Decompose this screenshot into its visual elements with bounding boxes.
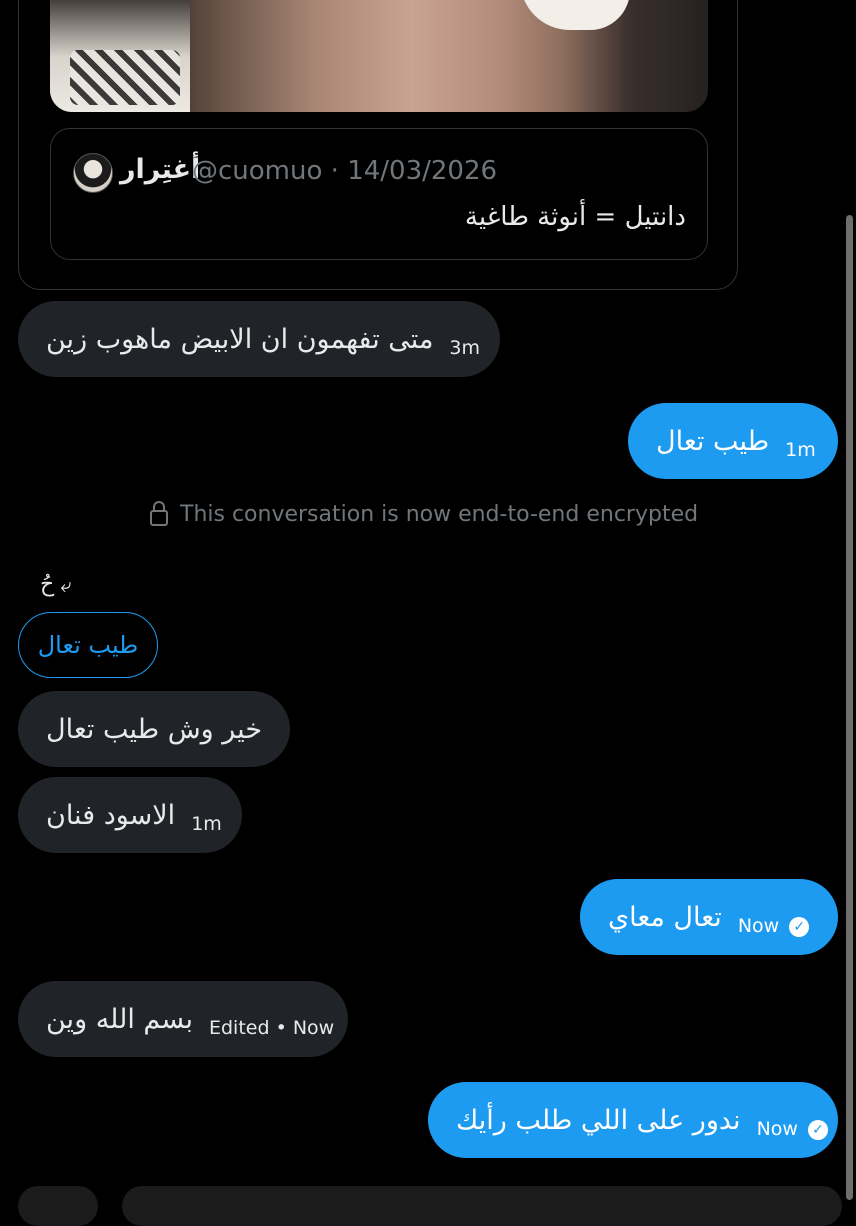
image-pattern bbox=[70, 50, 180, 105]
message-bubble[interactable]: ندور على اللي طلب رأيك Now ✓ bbox=[428, 1082, 838, 1158]
message-bubble[interactable]: الاسود فنان 1m bbox=[18, 777, 242, 853]
embedded-quote[interactable] bbox=[50, 128, 708, 260]
quoted-post-text: دانتيل = أنوثة طاغية bbox=[464, 202, 686, 232]
message-time: 1m bbox=[785, 439, 816, 461]
message-time: Edited • Now bbox=[208, 1017, 335, 1039]
message-text: طيب تعال bbox=[656, 425, 770, 457]
message-time: 3m bbox=[449, 337, 481, 359]
encryption-notice: This conversation is now end-to-end encr… bbox=[150, 500, 699, 527]
message-time-text: Now bbox=[737, 915, 780, 937]
message-text: ندور على اللي طلب رأيك bbox=[456, 1104, 741, 1136]
reply-label: حُ bbox=[40, 572, 55, 597]
composer-input[interactable] bbox=[122, 1186, 842, 1226]
author-name[interactable]: أغتِرار bbox=[120, 154, 200, 185]
check-circle-icon: ✓ bbox=[789, 916, 810, 937]
message-bubble[interactable]: طيب تعال 1m bbox=[628, 403, 838, 479]
message-text: متى تفهمون ان الابيض ماهوب زين bbox=[46, 323, 434, 355]
message-bubble[interactable]: بسم الله وين Edited • Now bbox=[18, 981, 348, 1057]
post-date: 14/03/2026 bbox=[347, 156, 498, 186]
message-time: Now ✓ bbox=[737, 915, 810, 937]
message-text: تعال معاي bbox=[608, 901, 722, 933]
meta-separator: · bbox=[330, 156, 339, 186]
reply-arrow-icon: ⤶ bbox=[60, 572, 72, 597]
check-circle-icon: ✓ bbox=[807, 1119, 828, 1140]
message-time: 1m bbox=[191, 813, 222, 835]
author-handle: @cuomuo bbox=[192, 156, 323, 186]
reply-context-header: حُ ⤶ bbox=[40, 572, 71, 597]
message-time-text: Now bbox=[756, 1118, 798, 1140]
message-bubble[interactable]: خير وش طيب تعال bbox=[18, 691, 290, 767]
message-text: خير وش طيب تعال bbox=[46, 713, 263, 745]
image-lace bbox=[520, 0, 630, 30]
lock-icon bbox=[150, 500, 168, 526]
author-avatar[interactable] bbox=[73, 153, 113, 193]
message-bubble[interactable]: متى تفهمون ان الابيض ماهوب زين 3m bbox=[18, 301, 500, 377]
replied-message[interactable]: طيب تعال bbox=[18, 612, 158, 678]
encryption-text: This conversation is now end-to-end encr… bbox=[180, 502, 699, 527]
message-bubble[interactable]: تعال معاي Now ✓ bbox=[580, 879, 838, 955]
author-handle-date: @cuomuo · 14/03/2026 bbox=[192, 156, 497, 186]
composer-media-button[interactable] bbox=[18, 1186, 98, 1226]
post-image[interactable] bbox=[50, 0, 708, 112]
message-text: الاسود فنان bbox=[46, 799, 176, 831]
message-text: بسم الله وين bbox=[46, 1003, 193, 1035]
message-time: Now ✓ bbox=[757, 1118, 828, 1140]
scrollbar[interactable] bbox=[846, 215, 853, 1200]
